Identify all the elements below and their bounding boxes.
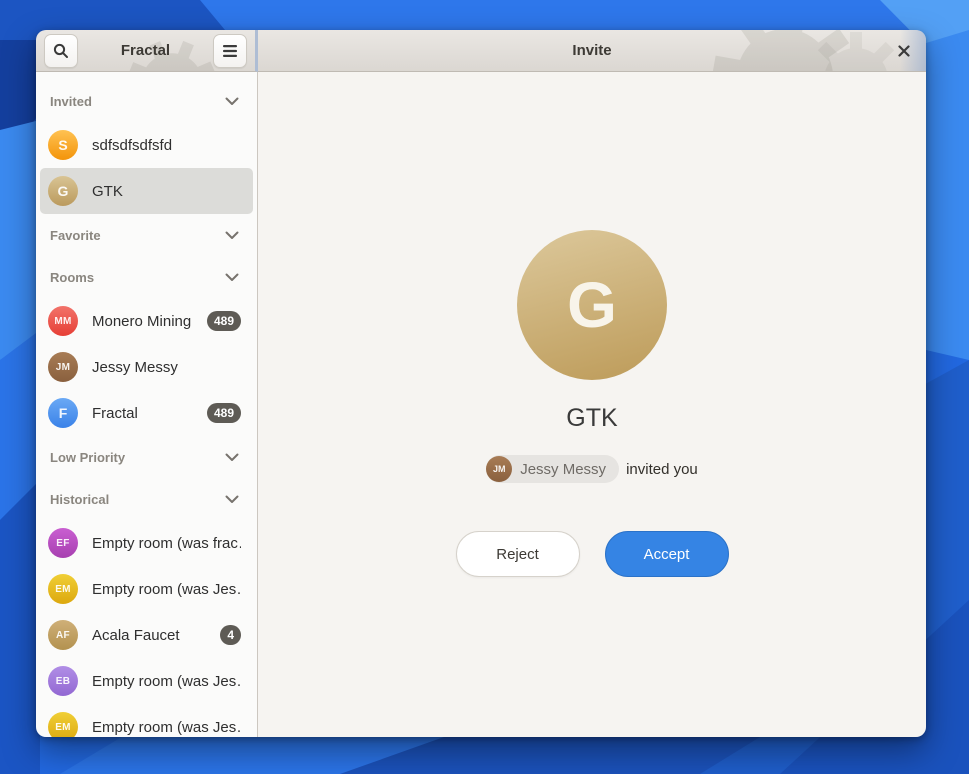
- room-item-name: Monero Mining: [92, 313, 193, 330]
- room-item-name: Empty room (was frac…: [92, 535, 241, 552]
- room-item-name: Fractal: [92, 405, 193, 422]
- room-item-avatar: S: [48, 130, 78, 160]
- chevron-down-icon: [225, 453, 239, 462]
- sidebar-section-label: Rooms: [50, 270, 94, 285]
- reject-button[interactable]: Reject: [456, 531, 580, 577]
- main-menu-button[interactable]: [213, 34, 247, 68]
- room-item-name: Empty room (was Jes…: [92, 673, 241, 690]
- accept-button[interactable]: Accept: [605, 531, 729, 577]
- room-item-name: Acala Faucet: [92, 627, 206, 644]
- sidebar-room-item[interactable]: EM Empty room (was Jes…: [40, 704, 253, 737]
- room-item-name: Jessy Messy: [92, 359, 241, 376]
- sidebar-section-label: Favorite: [50, 228, 101, 243]
- room-item-avatar: MM: [48, 306, 78, 336]
- inviter-avatar: JM: [486, 456, 512, 482]
- app-title: Fractal: [121, 42, 170, 59]
- close-icon: [898, 45, 910, 57]
- chevron-down-icon: [225, 97, 239, 106]
- sidebar-headerbar: Fractal: [36, 30, 258, 72]
- sidebar-room-item[interactable]: JM Jessy Messy: [40, 344, 253, 390]
- sidebar-room-item[interactable]: EF Empty room (was frac…: [40, 520, 253, 566]
- sidebar-room-item[interactable]: S sdfsdfsdfsfd: [40, 122, 253, 168]
- sidebar-section-historical[interactable]: Historical: [36, 478, 257, 520]
- room-item-avatar: AF: [48, 620, 78, 650]
- room-item-avatar: G: [48, 176, 78, 206]
- room-item-avatar: EM: [48, 712, 78, 737]
- sidebar-section-label: Invited: [50, 94, 92, 109]
- sidebar-section-rooms[interactable]: Rooms: [36, 256, 257, 298]
- room-name: GTK: [566, 404, 617, 433]
- search-button[interactable]: [44, 34, 78, 68]
- invite-headerbar: Invite: [258, 30, 926, 72]
- chevron-down-icon: [225, 273, 239, 282]
- room-avatar: G: [517, 230, 667, 380]
- sidebar-section-favorite[interactable]: Favorite: [36, 214, 257, 256]
- invite-actions: Reject Accept: [456, 531, 729, 577]
- inviter-row: JM Jessy Messy invited you: [486, 455, 698, 483]
- room-item-name: GTK: [92, 183, 241, 200]
- unread-count-badge: 489: [207, 403, 241, 423]
- chevron-down-icon: [225, 231, 239, 240]
- hamburger-menu-icon: [223, 45, 237, 57]
- sidebar-room-item-selected[interactable]: G GTK: [40, 168, 253, 214]
- search-icon: [53, 43, 69, 59]
- room-item-name: Empty room (was Jes…: [92, 581, 241, 598]
- page-title: Invite: [572, 42, 611, 59]
- unread-count-badge: 489: [207, 311, 241, 331]
- room-sidebar: Invited S sdfsdfsdfsfd G GTK Favorite Ro…: [36, 72, 258, 737]
- sidebar-room-item[interactable]: F Fractal 489: [40, 390, 253, 436]
- sidebar-section-label: Low Priority: [50, 450, 125, 465]
- room-item-avatar: JM: [48, 352, 78, 382]
- invite-pane: G GTK JM Jessy Messy invited you Reject …: [258, 72, 926, 737]
- room-item-avatar: EB: [48, 666, 78, 696]
- sidebar-section-low-priority[interactable]: Low Priority: [36, 436, 257, 478]
- room-item-avatar: F: [48, 398, 78, 428]
- inviter-pill[interactable]: JM Jessy Messy: [486, 455, 619, 483]
- sidebar-room-item[interactable]: MM Monero Mining 489: [40, 298, 253, 344]
- sidebar-section-invited[interactable]: Invited: [36, 80, 257, 122]
- room-avatar-initial: G: [567, 268, 617, 342]
- unread-count-badge: 4: [220, 625, 241, 645]
- room-item-avatar: EF: [48, 528, 78, 558]
- sidebar-room-item[interactable]: EB Empty room (was Jes…: [40, 658, 253, 704]
- close-button[interactable]: [898, 30, 910, 71]
- room-item-avatar: EM: [48, 574, 78, 604]
- invited-you-text: invited you: [626, 461, 698, 478]
- gear-watermark: [806, 30, 906, 72]
- room-item-name: Empty room (was Jes…: [92, 719, 241, 736]
- room-item-name: sdfsdfsdfsfd: [92, 137, 241, 154]
- inviter-name: Jessy Messy: [520, 461, 606, 478]
- sidebar-section-label: Historical: [50, 492, 109, 507]
- chevron-down-icon: [225, 495, 239, 504]
- sidebar-room-item[interactable]: EM Empty room (was Jes…: [40, 566, 253, 612]
- sidebar-room-item[interactable]: AF Acala Faucet 4: [40, 612, 253, 658]
- fractal-window: Fractal: [36, 30, 926, 737]
